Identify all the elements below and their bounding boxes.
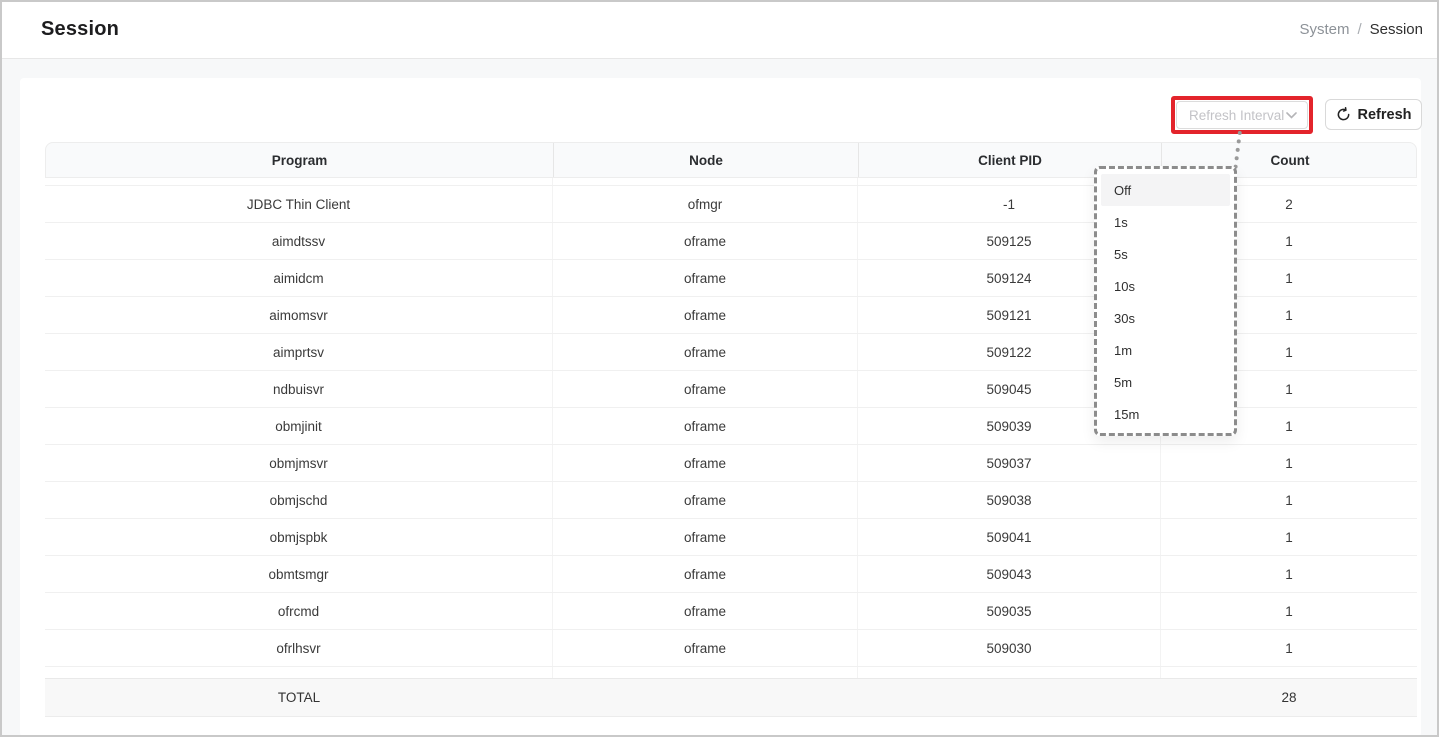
refresh-interval-dropdown: Off1s5s10s30s1m5m15m	[1094, 166, 1237, 436]
column-header-node: Node	[554, 143, 859, 177]
table-total-row: TOTAL 28	[45, 678, 1417, 717]
cell-program: aimprtsv	[45, 334, 553, 370]
cell-program: aimidcm	[45, 260, 553, 296]
table-row: obmjspbkoframe5090411	[45, 519, 1417, 556]
dropdown-option-30s[interactable]: 30s	[1101, 302, 1230, 334]
cell-count: 1	[1161, 556, 1417, 592]
page-title: Session	[41, 18, 119, 41]
cell-program: obmjmsvr	[45, 445, 553, 481]
cell-client-pid: 509030	[858, 630, 1161, 666]
cell-client-pid: 509038	[858, 482, 1161, 518]
cell-node: oframe	[553, 334, 858, 370]
cell-count: 1	[1161, 630, 1417, 666]
breadcrumb-session: Session	[1370, 21, 1423, 38]
cell-node: oframe	[553, 260, 858, 296]
dropdown-option-10s[interactable]: 10s	[1101, 270, 1230, 302]
cell-program: aimdtssv	[45, 223, 553, 259]
refresh-button[interactable]: Refresh	[1325, 99, 1422, 130]
table-row: obmjschdoframe5090381	[45, 482, 1417, 519]
cell-program: obmjinit	[45, 408, 553, 444]
cell-node: oframe	[553, 593, 858, 629]
refresh-button-label: Refresh	[1358, 107, 1412, 123]
breadcrumb-separator: /	[1357, 21, 1361, 38]
table-row: obmjmsvroframe5090371	[45, 445, 1417, 482]
cell-node: oframe	[553, 556, 858, 592]
total-label: TOTAL	[45, 679, 553, 716]
cell-program: aimomsvr	[45, 297, 553, 333]
cell-node: oframe	[553, 408, 858, 444]
refresh-icon	[1336, 107, 1351, 122]
cell-count: 1	[1161, 445, 1417, 481]
cell-count: 1	[1161, 482, 1417, 518]
cell-node: oframe	[553, 297, 858, 333]
refresh-interval-dropdown-list: Off1s5s10s30s1m5m15m	[1101, 174, 1230, 430]
breadcrumb: System / Session	[1299, 0, 1423, 59]
partial-row-bottom	[45, 667, 1417, 678]
dropdown-option-1m[interactable]: 1m	[1101, 334, 1230, 366]
cell-program: ndbuisvr	[45, 371, 553, 407]
cell-program: ofrlhsvr	[45, 630, 553, 666]
cell-program: obmjschd	[45, 482, 553, 518]
cell-program: ofrcmd	[45, 593, 553, 629]
table-row: ofrlhsvroframe5090301	[45, 630, 1417, 667]
chevron-down-icon	[1286, 112, 1297, 119]
cell-client-pid: 509043	[858, 556, 1161, 592]
cell-program: JDBC Thin Client	[45, 186, 553, 222]
cell-client-pid: 509041	[858, 519, 1161, 555]
cell-client-pid: 509035	[858, 593, 1161, 629]
table-row: obmtsmgroframe5090431	[45, 556, 1417, 593]
cell-program: obmjspbk	[45, 519, 553, 555]
cell-node: oframe	[553, 371, 858, 407]
cell-node: oframe	[553, 482, 858, 518]
cell-node: oframe	[553, 223, 858, 259]
dropdown-option-off[interactable]: Off	[1101, 174, 1230, 206]
breadcrumb-system[interactable]: System	[1299, 21, 1349, 38]
refresh-interval-select[interactable]: Refresh Interval	[1176, 101, 1308, 129]
refresh-interval-placeholder: Refresh Interval	[1189, 108, 1286, 123]
total-count: 28	[1161, 679, 1417, 716]
cell-count: 1	[1161, 593, 1417, 629]
cell-client-pid: 509037	[858, 445, 1161, 481]
cell-node: oframe	[553, 630, 858, 666]
dropdown-option-1s[interactable]: 1s	[1101, 206, 1230, 238]
table-row: ofrcmdoframe5090351	[45, 593, 1417, 630]
cell-program: obmtsmgr	[45, 556, 553, 592]
cell-node: oframe	[553, 519, 858, 555]
dropdown-option-5m[interactable]: 5m	[1101, 366, 1230, 398]
dropdown-option-15m[interactable]: 15m	[1101, 398, 1230, 430]
cell-node: ofmgr	[553, 186, 858, 222]
cell-node: oframe	[553, 445, 858, 481]
column-header-program: Program	[46, 143, 554, 177]
dropdown-option-5s[interactable]: 5s	[1101, 238, 1230, 270]
top-bar: Session System / Session	[0, 0, 1439, 59]
cell-count: 1	[1161, 519, 1417, 555]
